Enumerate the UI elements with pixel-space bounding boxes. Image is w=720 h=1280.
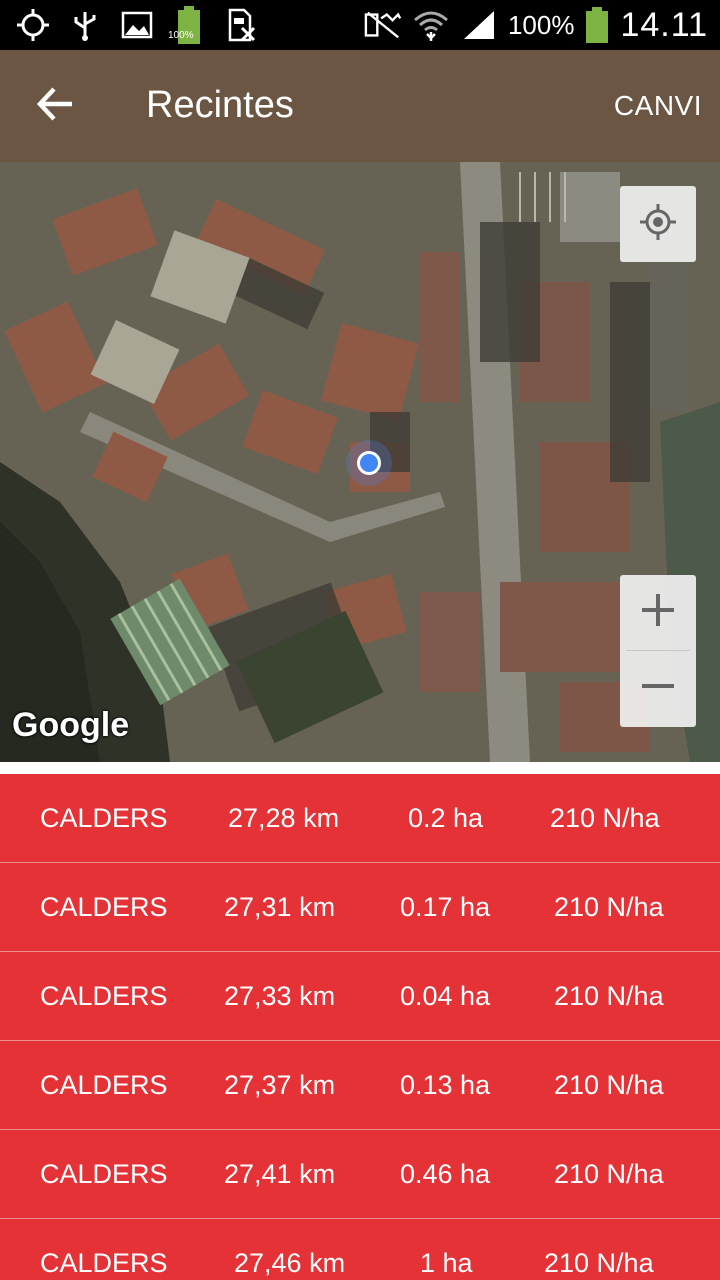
google-logo: Google bbox=[12, 706, 130, 744]
battery-percent-label: 100% bbox=[507, 9, 575, 40]
row-distance: 27,31 km bbox=[224, 892, 336, 922]
signal-icon bbox=[460, 6, 498, 44]
list-item[interactable]: CALDERS 27,28 km 0.2 ha 210 N/ha bbox=[0, 774, 720, 863]
battery-full-icon: 100% bbox=[168, 6, 208, 44]
row-nitrogen: 210 N/ha bbox=[550, 803, 660, 833]
clock: 14.11 bbox=[620, 5, 708, 44]
page-title: Recintes bbox=[146, 84, 294, 126]
my-location-dot bbox=[357, 451, 381, 475]
arrow-left-icon bbox=[36, 86, 76, 127]
usb-icon bbox=[66, 6, 104, 44]
row-nitrogen: 210 N/ha bbox=[554, 1159, 664, 1189]
row-nitrogen: 210 N/ha bbox=[554, 1070, 664, 1100]
row-name: CALDERS bbox=[40, 1248, 168, 1278]
status-bar-right: 100% 14.11 bbox=[364, 6, 708, 44]
minus-icon bbox=[640, 668, 676, 709]
row-area: 0.04 ha bbox=[400, 981, 491, 1011]
row-area: 0.13 ha bbox=[400, 1070, 491, 1100]
back-button[interactable] bbox=[30, 80, 82, 132]
zoom-out-button[interactable] bbox=[620, 651, 696, 726]
row-distance: 27,41 km bbox=[224, 1159, 336, 1189]
row-name: CALDERS bbox=[40, 1159, 168, 1189]
row-area: 1 ha bbox=[420, 1248, 473, 1278]
row-distance: 27,46 km bbox=[234, 1248, 346, 1278]
list-item[interactable]: CALDERS 27,46 km 1 ha 210 N/ha bbox=[0, 1219, 720, 1280]
zoom-controls bbox=[620, 575, 696, 727]
row-area: 0.2 ha bbox=[408, 803, 484, 833]
battery-icon bbox=[584, 6, 610, 44]
crosshair-icon bbox=[638, 202, 678, 247]
my-location-marker bbox=[346, 440, 392, 486]
list-item[interactable]: CALDERS 27,41 km 0.46 ha 210 N/ha bbox=[0, 1130, 720, 1219]
row-area: 0.17 ha bbox=[400, 892, 491, 922]
zoom-in-button[interactable] bbox=[620, 575, 696, 650]
list-item[interactable]: CALDERS 27,33 km 0.04 ha 210 N/ha bbox=[0, 952, 720, 1041]
image-icon bbox=[118, 6, 156, 44]
status-bar-left: 100% bbox=[14, 6, 260, 44]
row-area: 0.46 ha bbox=[400, 1159, 491, 1189]
row-name: CALDERS bbox=[40, 981, 168, 1011]
row-nitrogen: 210 N/ha bbox=[554, 981, 664, 1011]
battery-small-label: 100% bbox=[168, 30, 194, 41]
satellite-map[interactable]: Google bbox=[0, 162, 720, 762]
wifi-icon bbox=[412, 6, 450, 44]
recintes-list: CALDERS 27,28 km 0.2 ha 210 N/ha CALDERS… bbox=[0, 774, 720, 1280]
row-distance: 27,28 km bbox=[228, 803, 340, 833]
plus-icon bbox=[640, 592, 676, 633]
status-bar: 100% 100% 14.11 bbox=[0, 0, 720, 50]
row-nitrogen: 210 N/ha bbox=[544, 1248, 654, 1278]
list-item[interactable]: CALDERS 27,37 km 0.13 ha 210 N/ha bbox=[0, 1041, 720, 1130]
sim-off-icon bbox=[222, 6, 260, 44]
row-nitrogen: 210 N/ha bbox=[554, 892, 664, 922]
row-name: CALDERS bbox=[40, 892, 168, 922]
list-item[interactable]: CALDERS 27,31 km 0.17 ha 210 N/ha bbox=[0, 863, 720, 952]
row-distance: 27,37 km bbox=[224, 1070, 336, 1100]
gps-icon bbox=[14, 6, 52, 44]
row-name: CALDERS bbox=[40, 803, 168, 833]
canvi-button[interactable]: CANVI bbox=[614, 90, 702, 122]
mute-icon bbox=[364, 6, 402, 44]
row-name: CALDERS bbox=[40, 1070, 168, 1100]
row-distance: 27,33 km bbox=[224, 981, 336, 1011]
my-location-button[interactable] bbox=[620, 186, 696, 262]
toolbar: Recintes CANVI bbox=[0, 50, 720, 162]
